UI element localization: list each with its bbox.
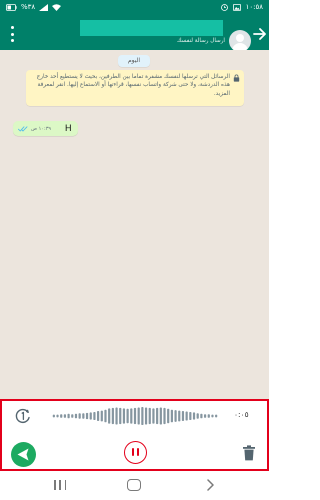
waveform-bar bbox=[78, 413, 81, 419]
message-time: ١٠:٣٩ ص bbox=[31, 126, 52, 132]
clock-icon bbox=[220, 3, 228, 11]
waveform-bar bbox=[148, 407, 151, 425]
recording-duration: ٠:٠٥ bbox=[234, 410, 249, 419]
wifi-icon bbox=[52, 3, 62, 11]
waveform-bar bbox=[97, 411, 100, 421]
waveform-bar bbox=[159, 407, 162, 425]
home-icon[interactable] bbox=[127, 479, 141, 491]
waveform-bar bbox=[56, 414, 59, 418]
pause-button[interactable] bbox=[124, 441, 147, 464]
waveform-bar bbox=[152, 408, 155, 424]
waveform-bar bbox=[141, 407, 144, 425]
waveform-bar bbox=[189, 411, 192, 421]
contact-name-redacted[interactable] bbox=[80, 20, 223, 36]
waveform-bar bbox=[122, 408, 126, 424]
message-text: H bbox=[65, 123, 72, 133]
waveform-bar bbox=[108, 408, 111, 424]
waveform-bar bbox=[181, 411, 185, 421]
waveform-bar bbox=[104, 409, 107, 423]
waveform-bar bbox=[192, 412, 196, 420]
waveform-bar bbox=[133, 407, 137, 425]
waveform-bar bbox=[60, 414, 63, 418]
waveform-bar bbox=[82, 413, 85, 419]
waveform-bar bbox=[71, 414, 74, 418]
double-check-icon bbox=[18, 126, 28, 132]
waveform-bar bbox=[111, 407, 114, 425]
avatar[interactable] bbox=[229, 30, 251, 52]
outgoing-message[interactable]: H ١٠:٣٩ ص bbox=[13, 121, 78, 136]
status-bar-left: %٣٨ bbox=[6, 3, 62, 11]
waveform-bar bbox=[211, 414, 214, 418]
waveform-bar bbox=[170, 409, 173, 423]
waveform-bar bbox=[215, 414, 218, 418]
system-nav-bar bbox=[0, 471, 269, 500]
back-arrow-icon[interactable] bbox=[253, 27, 267, 41]
image-icon bbox=[232, 3, 241, 11]
waveform-bar bbox=[89, 412, 92, 420]
battery-percent: %٣٨ bbox=[21, 3, 36, 11]
dismiss-icon[interactable] bbox=[15, 408, 31, 424]
signal-icon bbox=[39, 3, 49, 11]
waveform-bar bbox=[93, 411, 96, 421]
waveform-bar bbox=[144, 407, 148, 425]
status-time: ١٠:٥٨ bbox=[245, 3, 263, 11]
waveform-bar bbox=[167, 408, 170, 424]
avatar-icon bbox=[236, 34, 244, 42]
send-icon bbox=[17, 448, 29, 461]
status-bar: %٣٨ ١٠:٥٨ bbox=[0, 0, 269, 17]
waveform-bar bbox=[207, 414, 210, 418]
waveform-bar bbox=[85, 412, 89, 420]
recents-icon[interactable] bbox=[54, 480, 66, 490]
pause-icon bbox=[132, 448, 134, 456]
back-icon[interactable] bbox=[205, 479, 215, 491]
lock-icon bbox=[233, 74, 240, 82]
waveform-bar bbox=[203, 414, 207, 418]
waveform-bar bbox=[126, 408, 129, 424]
encryption-notice-text: الرسائل التي ترسلها لنفسك مشفرة تماما بي… bbox=[36, 74, 230, 97]
status-bar-right: ١٠:٥٨ bbox=[220, 3, 263, 11]
waveform-bar bbox=[67, 413, 70, 419]
contact-subtitle: ارسال رسالة لنفسك bbox=[177, 38, 225, 44]
chat-area[interactable]: اليوم الرسائل التي ترسلها لنفسك مشفرة تم… bbox=[0, 50, 269, 399]
waveform-bar bbox=[115, 407, 118, 425]
trash-icon[interactable] bbox=[242, 445, 256, 461]
waveform-bar bbox=[185, 411, 188, 421]
battery-icon bbox=[6, 3, 17, 11]
send-button[interactable] bbox=[11, 442, 36, 467]
waveform-bar bbox=[52, 414, 55, 418]
waveform-bar bbox=[178, 410, 181, 422]
waveform-bar bbox=[156, 407, 159, 425]
chat-header: ارسال رسالة لنفسك bbox=[0, 17, 269, 52]
more-vert-icon[interactable] bbox=[9, 26, 15, 42]
voice-recorder-panel: ٠:٠٥ bbox=[0, 399, 269, 471]
waveform-bar bbox=[130, 408, 133, 424]
waveform-bar bbox=[196, 413, 199, 419]
waveform-bar bbox=[119, 407, 122, 425]
waveform bbox=[52, 407, 218, 425]
encryption-notice[interactable]: الرسائل التي ترسلها لنفسك مشفرة تماما بي… bbox=[26, 70, 244, 106]
waveform-bar bbox=[200, 413, 203, 419]
waveform-bar bbox=[174, 410, 177, 422]
waveform-bar bbox=[163, 407, 166, 425]
date-label: اليوم bbox=[118, 55, 150, 67]
waveform-bar bbox=[100, 410, 103, 422]
waveform-bar bbox=[74, 413, 78, 419]
waveform-bar bbox=[63, 414, 67, 418]
waveform-bar bbox=[137, 407, 140, 425]
